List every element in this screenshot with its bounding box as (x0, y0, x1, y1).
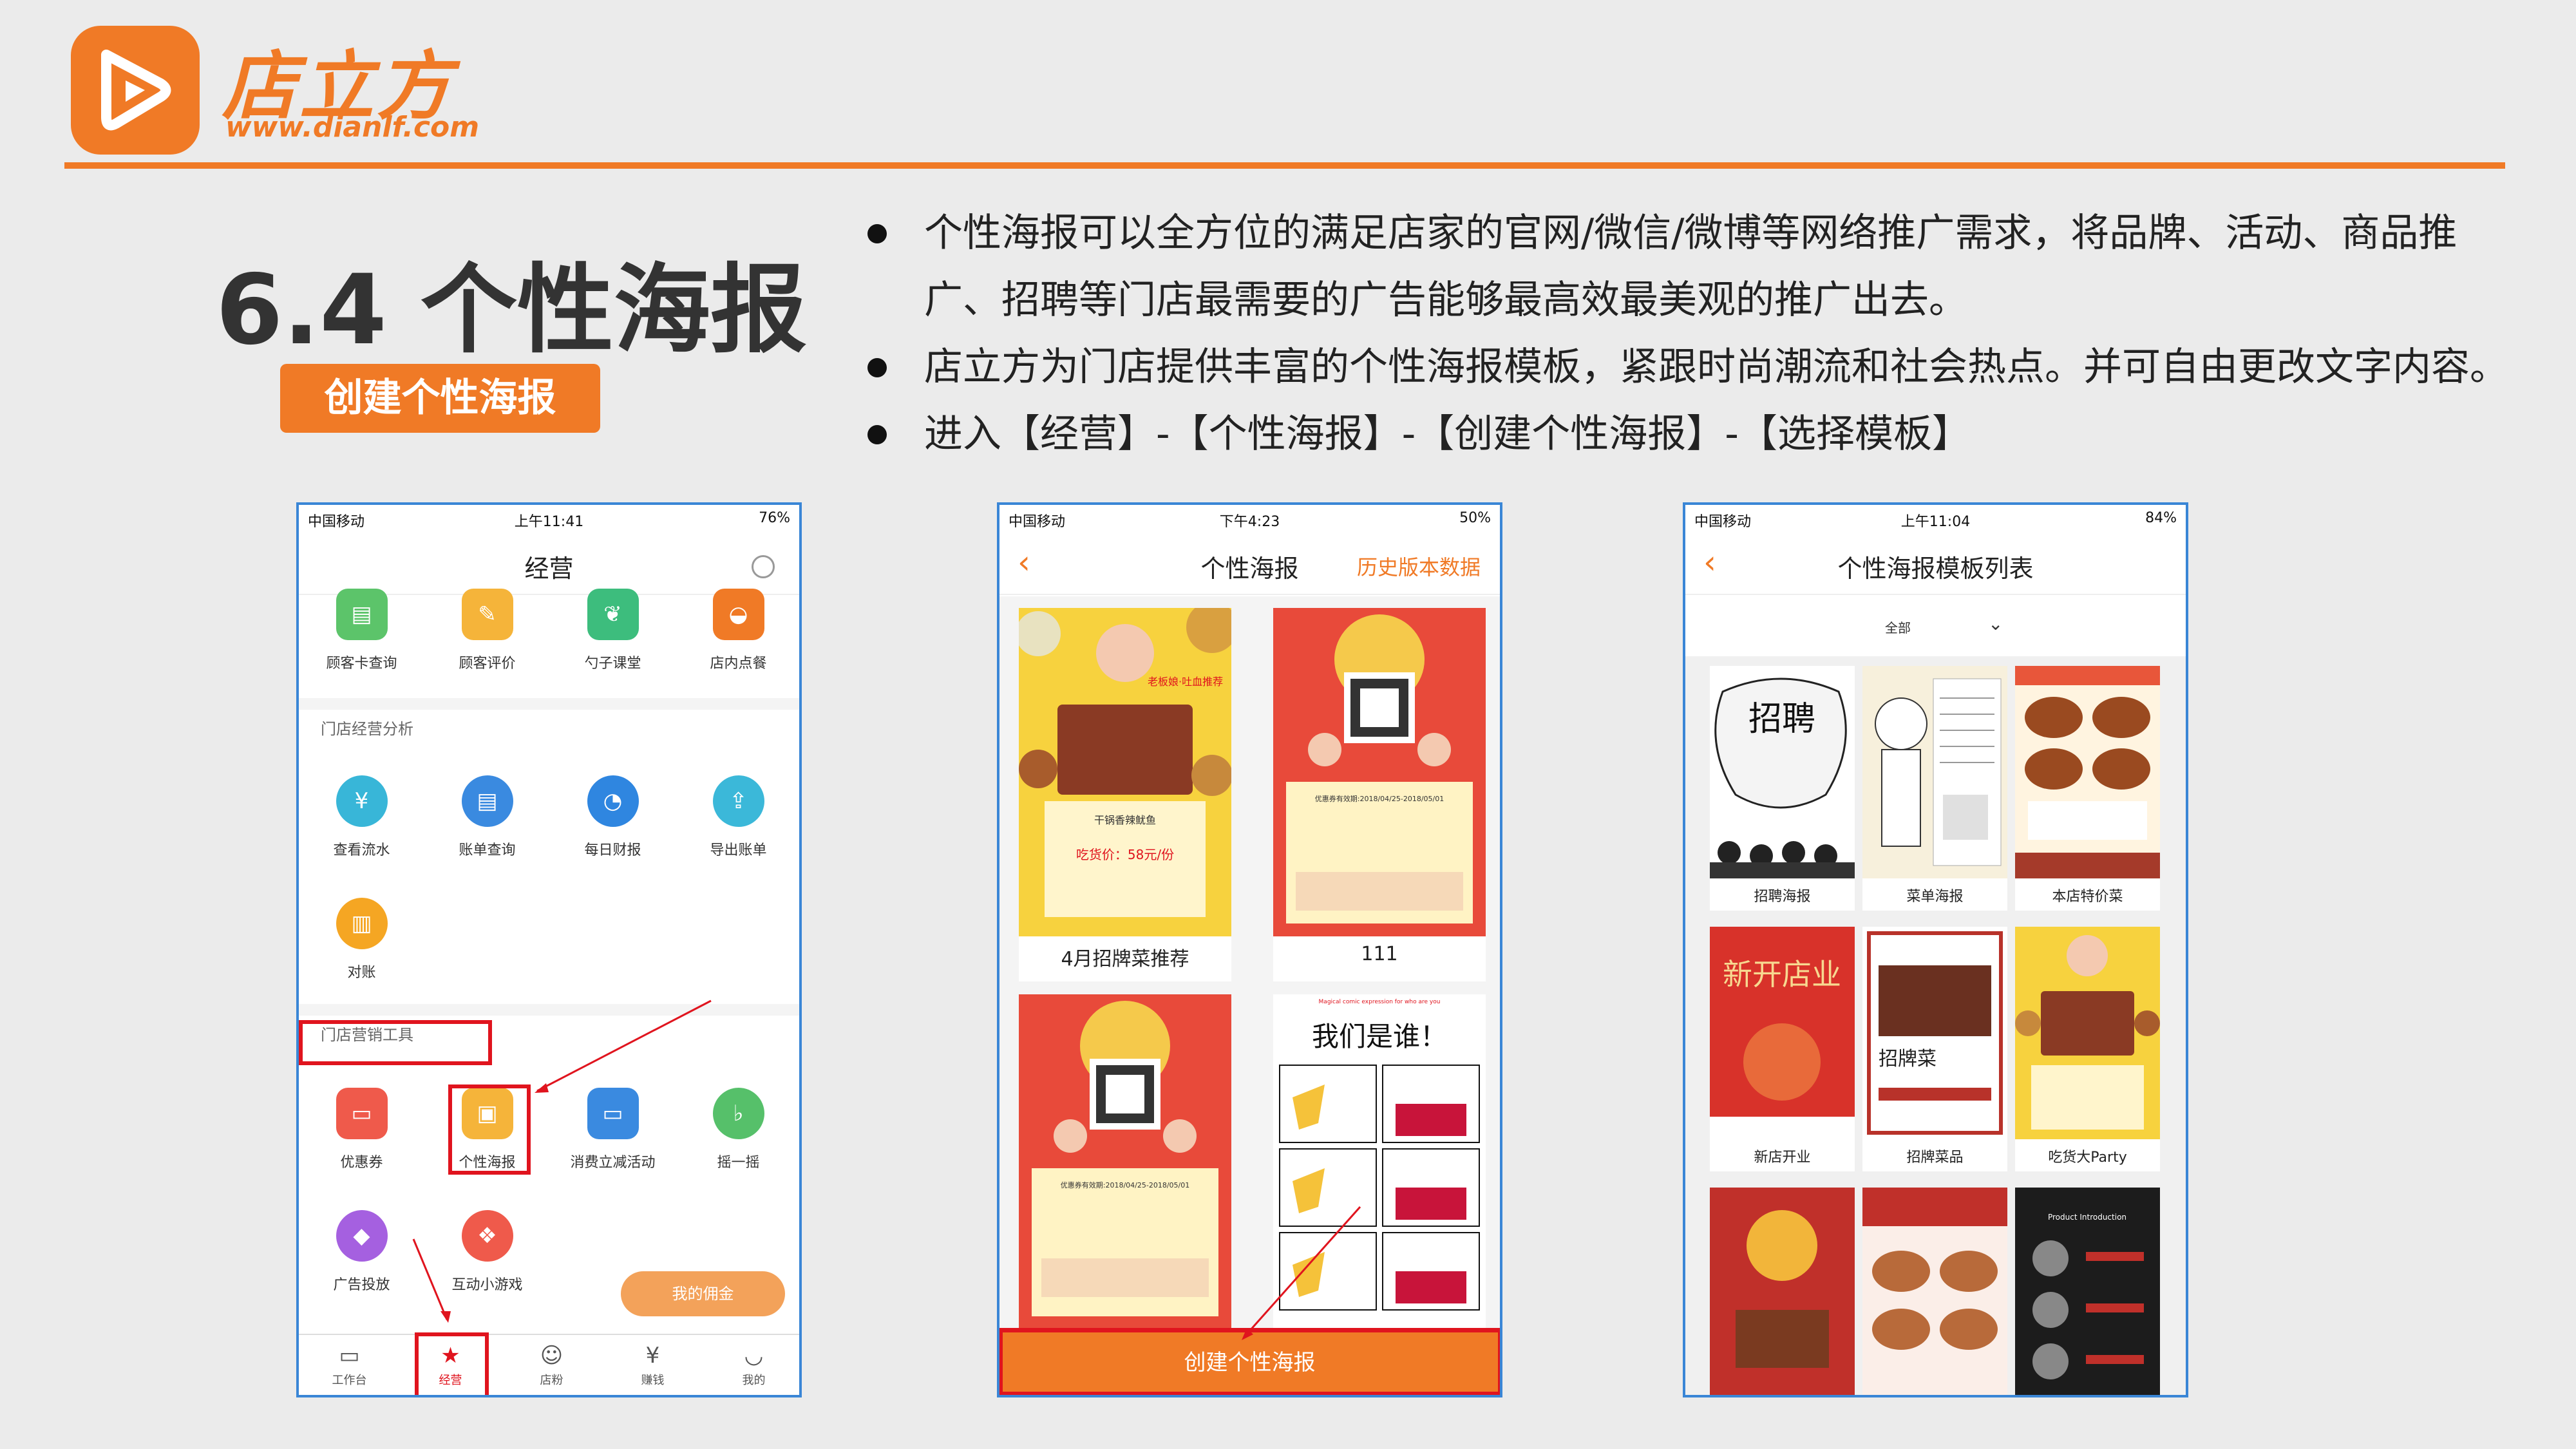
template-card[interactable]: 招牌菜 招牌菜品 (1862, 927, 2007, 1171)
tab-fans[interactable]: ☺ 店粉 (501, 1340, 602, 1388)
bullet-item: 店立方为门店提供丰富的个性海报模板，紧跟时尚潮流和社会热点。并可自由更改文字内容… (860, 334, 2508, 401)
template-title: 吃货大Party (2048, 1150, 2127, 1166)
svg-text:Product Introduction: Product Introduction (2048, 1213, 2126, 1222)
tab-me[interactable]: ◡ 我的 (703, 1340, 799, 1388)
filter-dropdown[interactable]: 全部 ⌄ (1685, 595, 2186, 667)
template-thumbnail (1862, 666, 2007, 878)
template-thumbnail (1710, 1188, 1855, 1395)
tab-workbench[interactable]: ▭ 工作台 (299, 1340, 400, 1388)
template-title: 新店开业 (1754, 1150, 1811, 1166)
annotation-arrow (1242, 1206, 1361, 1340)
tab-bar: ▭ 工作台 ★ 经营 ☺ 店粉 ¥ 赚钱 ◡ 我的 (299, 1334, 799, 1395)
filter-label: 全部 (1885, 620, 1911, 636)
template-card[interactable]: 吃货大Party (2015, 927, 2160, 1171)
status-bar: 中国移动 上午11:04 84% (1685, 505, 2186, 531)
play-logo-icon (101, 50, 171, 131)
template-title: 招牌菜品 (1906, 1150, 1964, 1166)
template-card[interactable]: Product Introduction (2015, 1188, 2160, 1395)
template-card[interactable]: 招聘 招聘海报 (1710, 666, 1855, 911)
template-thumbnail: 招聘 (1710, 666, 1855, 878)
svg-text:招牌菜: 招牌菜 (1879, 1048, 1937, 1070)
bullet-list: 个性海报可以全方位的满足店家的官网/微信/微博等网络推广需求，将品牌、活动、商品… (860, 200, 2508, 468)
battery: 84% (2145, 510, 2177, 526)
annotation-arrows (412, 999, 712, 1323)
bullet-item: 个性海报可以全方位的满足店家的官网/微信/微博等网络推广需求，将品牌、活动、商品… (860, 200, 2508, 334)
brand-url: www.dianlf.com (225, 111, 480, 144)
svg-text:招聘: 招聘 (1748, 700, 1815, 739)
template-thumbnail (2015, 666, 2160, 878)
template-title: 招聘海报 (1754, 889, 1811, 905)
template-card[interactable] (1710, 1188, 1855, 1395)
template-card[interactable]: 本店特价菜 (2015, 666, 2160, 911)
tab-earn[interactable]: ¥ 赚钱 (602, 1340, 703, 1388)
svg-text:新开店业: 新开店业 (1723, 957, 1841, 992)
template-title: 菜单海报 (1906, 889, 1964, 905)
phone-screenshot-business: 中国移动 上午11:41 76% 经营 ▤ 顾客卡查询 ✎ 顾客评价 ❦ 勺子课堂 ◒… (296, 502, 802, 1397)
template-title: 本店特价菜 (2052, 889, 2123, 905)
template-card[interactable]: 新开店业 新店开业 (1710, 927, 1855, 1171)
create-poster-badge: 创建个性海报 (280, 364, 600, 433)
highlight-box (415, 1332, 489, 1395)
header-divider (64, 162, 2505, 169)
nav-bar: ‹ 个性海报模板列表 (1685, 531, 2186, 595)
page-title: 6.4 个性海报 (216, 254, 807, 366)
template-thumbnail: 新开店业 (1710, 927, 1855, 1139)
template-card[interactable]: 菜单海报 (1862, 666, 2007, 911)
phone-screenshot-posters: 中国移动 下午4:23 50% ‹ 个性海报 历史版本数据 干锅香辣鱿鱼 吃货价… (997, 502, 1502, 1397)
template-card[interactable] (1862, 1188, 2007, 1395)
brand-logo (71, 26, 200, 155)
template-thumbnail (1862, 1188, 2007, 1395)
template-thumbnail (2015, 927, 2160, 1139)
clock: 上午11:04 (1900, 514, 1971, 530)
template-thumbnail: Product Introduction (2015, 1188, 2160, 1395)
chevron-down-icon: ⌄ (1988, 613, 2003, 634)
template-thumbnail: 招牌菜 (1862, 927, 2007, 1139)
bullet-item: 进入【经营】-【个性海报】-【创建个性海报】-【选择模板】 (860, 401, 2508, 468)
phone-screenshot-templates: 中国移动 上午11:04 84% ‹ 个性海报模板列表 全部 ⌄ 招聘 招聘海报 (1683, 502, 2188, 1397)
screen-title: 个性海报模板列表 (1837, 554, 2034, 583)
